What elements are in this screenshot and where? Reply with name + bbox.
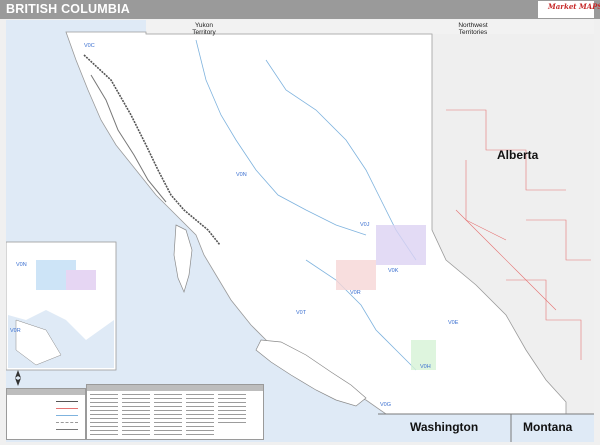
logo-text: Market MAPS	[548, 2, 600, 11]
inset-zone	[66, 270, 96, 290]
city-index-panel	[86, 384, 264, 440]
alberta-label: Alberta	[497, 148, 539, 162]
nwt-label: Northwest Territories	[458, 22, 488, 36]
legend-panel	[6, 388, 86, 440]
postal-label: V0N	[236, 172, 247, 178]
postal-label: V0T	[296, 310, 307, 316]
inset-postal-label: V0N	[16, 262, 27, 268]
postal-zone-shading	[336, 260, 376, 290]
legend-row	[10, 398, 82, 404]
index-column	[122, 394, 150, 445]
postal-label: V0H	[420, 364, 431, 370]
legend-row	[10, 405, 82, 411]
index-heading	[87, 385, 263, 391]
index-column	[218, 394, 246, 445]
title-bar: BRITISH COLUMBIA Market MAPS	[0, 0, 600, 19]
postal-label: V0J	[360, 222, 370, 228]
postal-label: V0K	[388, 268, 399, 274]
legend-heading	[7, 389, 85, 395]
index-column	[186, 394, 214, 445]
postal-zone-shading	[376, 225, 426, 265]
province-map	[6, 20, 594, 442]
inset-postal-label: V0R	[10, 328, 21, 334]
washington-label: Washington	[410, 420, 479, 434]
postal-label: V0R	[350, 290, 361, 296]
postal-label: V0G	[380, 402, 392, 408]
montana-label: Montana	[523, 420, 573, 434]
map-poster: BRITISH COLUMBIA Market MAPS Yukon Terri…	[0, 0, 600, 445]
index-column	[90, 394, 118, 445]
yukon-label: Yukon Territory	[192, 22, 216, 36]
postal-label: V0C	[84, 43, 95, 49]
index-column	[154, 394, 182, 445]
legend-row	[10, 412, 82, 418]
page-title: BRITISH COLUMBIA	[6, 2, 131, 16]
publisher-logo: Market MAPS	[538, 1, 600, 18]
legend-row	[10, 419, 82, 425]
postal-label: V0E	[448, 320, 459, 326]
legend-row	[10, 426, 82, 432]
